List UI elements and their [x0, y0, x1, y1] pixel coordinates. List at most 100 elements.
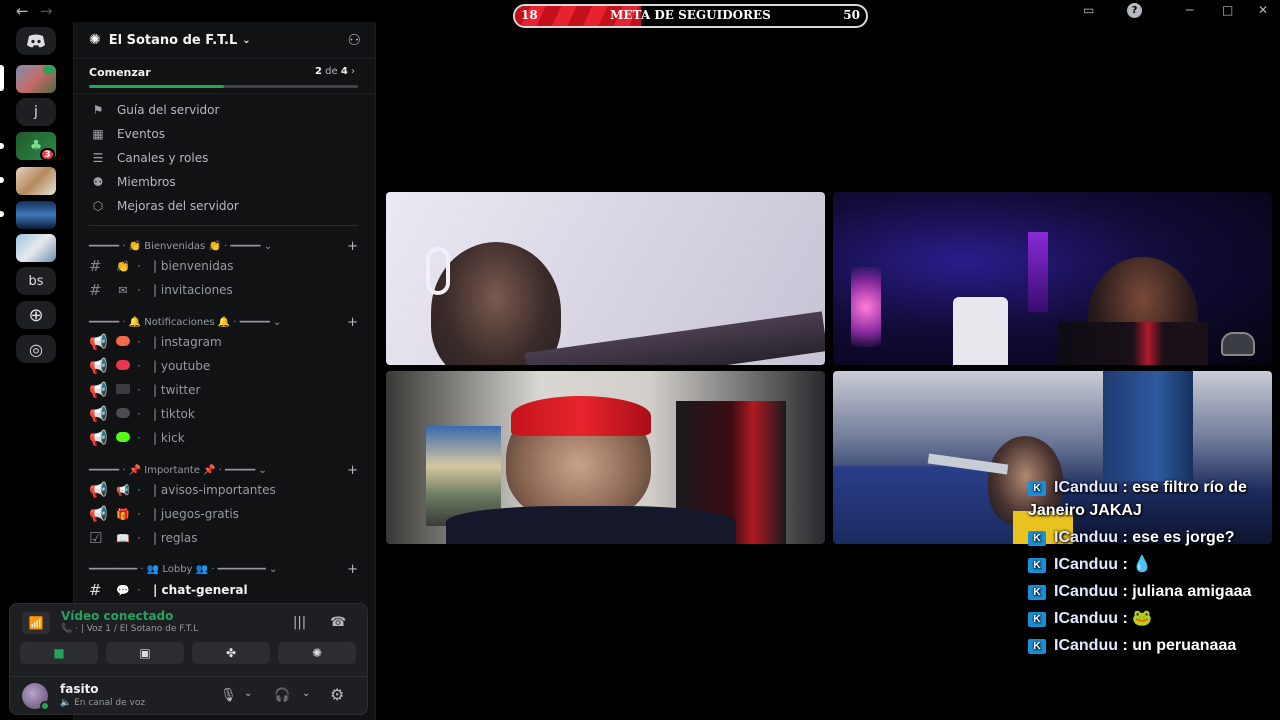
channel-chat-general[interactable]: # 💬 · | chat-general	[89, 580, 358, 600]
category-notificaciones[interactable]: ━━━━━ · 🔔 Notificaciones 🔔 · ━━━━━ ⌄ +	[89, 315, 358, 330]
add-channel-icon[interactable]: +	[347, 562, 358, 577]
light-strip	[1028, 232, 1048, 312]
add-channel-icon[interactable]: +	[347, 315, 358, 330]
chat-user: ICanduu	[1054, 556, 1118, 573]
chair	[953, 297, 1008, 365]
menu-label: Mejoras del servidor	[117, 199, 239, 213]
help-icon[interactable]: ?	[1127, 3, 1142, 18]
server-avatar-6[interactable]	[16, 234, 56, 262]
chat-text: 💧	[1132, 556, 1153, 573]
channel-name: | reglas	[153, 531, 198, 545]
chat-user: ICanduu	[1054, 479, 1118, 496]
activities-icon: ✤	[225, 646, 237, 660]
username[interactable]: fasito	[60, 682, 99, 696]
channel-emoji: 🎁	[116, 507, 130, 521]
menu-channels-roles[interactable]: ☰ Canales y roles	[89, 148, 209, 168]
disconnect-icon[interactable]: ☎	[330, 615, 346, 630]
noise-suppression-icon[interactable]: |||	[293, 615, 306, 630]
server-avatar-1[interactable]	[16, 65, 56, 93]
kick-badge-icon: K	[1028, 585, 1046, 600]
add-channel-icon[interactable]: +	[347, 463, 358, 478]
channel-youtube[interactable]: 📢 · | youtube	[89, 356, 358, 376]
divider	[89, 225, 358, 226]
voice-location[interactable]: 📞 · | Voz 1 / El Sotano de F.T.L	[61, 624, 198, 634]
category-importante[interactable]: ━━━━━ · 📌 Importante 📌 · ━━━━━ ⌄ +	[89, 463, 358, 478]
connection-signal-icon[interactable]: 📶	[22, 612, 50, 634]
megaphone-icon: 📢	[89, 481, 108, 499]
channel-emoji	[109, 359, 137, 373]
channel-avisos-importantes[interactable]: 📢 📢 · | avisos-importantes	[89, 480, 358, 500]
inbox-icon[interactable]: ▭	[1083, 3, 1094, 17]
category-bienvenidas[interactable]: ━━━━━ · 👏 Bienvenidas 👏 · ━━━━━ ⌄ +	[89, 239, 358, 254]
signpost-icon: ⚑	[92, 103, 104, 117]
channel-name: | youtube	[153, 359, 211, 373]
avatar[interactable]	[22, 683, 50, 711]
headphones-icon	[426, 247, 450, 295]
camera-button[interactable]: ■	[20, 642, 98, 664]
channel-twitter[interactable]: 📢 · | twitter	[89, 380, 358, 400]
add-member-icon[interactable]: ⚇	[348, 31, 361, 49]
megaphone-icon: 📢	[89, 505, 108, 523]
server-header[interactable]: ✺ El Sotano de F.T.L ⌄ ⚇	[74, 22, 375, 58]
close-icon[interactable]: ✕	[1258, 3, 1268, 17]
server-avatar-4[interactable]	[16, 167, 56, 195]
video-tile-1[interactable]	[386, 192, 825, 365]
stream-chat-overlay: K ICanduu : ese filtro río de Janeiro JAK…	[1028, 476, 1276, 661]
headphones-icon[interactable]: 🎧	[274, 688, 290, 703]
chat-message: K ICanduu : 🐸	[1028, 607, 1276, 630]
calendar-icon: ▦	[92, 127, 104, 141]
server-bs[interactable]: bs	[16, 267, 56, 295]
gear-icon[interactable]: ⚙	[330, 685, 344, 704]
channel-emoji: 📖	[116, 531, 130, 545]
server-avatar-5[interactable]	[16, 201, 56, 229]
explore-icon[interactable]: ◎	[16, 335, 56, 363]
discord-logo-icon[interactable]	[16, 27, 56, 55]
channel-kick[interactable]: 📢 · | kick	[89, 428, 358, 448]
microphone-icon[interactable]: 🎙	[220, 688, 237, 703]
minimize-icon[interactable]: ─	[1186, 3, 1193, 17]
soundboard-button[interactable]: ✺	[278, 642, 356, 664]
participant-video	[431, 242, 561, 365]
kick-badge-icon: K	[1028, 639, 1046, 654]
channel-reglas[interactable]: ☑ 📖 · | reglas	[89, 528, 358, 548]
curtain	[1103, 371, 1193, 481]
progress-track	[89, 85, 358, 88]
channel-invitaciones[interactable]: # ✉ · | invitaciones	[89, 280, 358, 300]
channel-instagram[interactable]: 📢 · | instagram	[89, 332, 358, 352]
voice-status[interactable]: Vídeo conectado	[61, 609, 173, 623]
maximize-icon[interactable]: □	[1222, 3, 1233, 17]
screen-share-button[interactable]: ▣	[106, 642, 184, 664]
camera-icon: ■	[53, 646, 65, 660]
category-lobby[interactable]: ━━━━━━━━ · 👥 Lobby 👥 · ━━━━━━━━ ⌄ +	[89, 562, 358, 577]
arrow-left-icon[interactable]: ←	[16, 2, 29, 20]
menu-label: Eventos	[117, 127, 165, 141]
progress-sep: de	[325, 66, 338, 77]
channel-name: | instagram	[153, 335, 222, 349]
arrow-right-icon[interactable]: →	[40, 2, 53, 20]
onboarding-progress[interactable]: Comenzar 2 de 4 ›	[74, 58, 375, 94]
separator-dot: ·	[137, 259, 141, 273]
menu-server-boosts[interactable]: ⬡ Mejoras del servidor	[89, 196, 239, 216]
channel-emoji	[109, 407, 137, 421]
add-server-icon[interactable]: ⊕	[16, 301, 56, 329]
rgb-fan	[851, 267, 881, 347]
menu-members[interactable]: ⚉ Miembros	[89, 172, 176, 192]
channel-juegos-gratis[interactable]: 📢 🎁 · | juegos-gratis	[89, 504, 358, 524]
kick-badge-icon: K	[1028, 531, 1046, 546]
server-j[interactable]: j	[16, 98, 56, 126]
video-tile-2[interactable]	[833, 192, 1272, 365]
activities-button[interactable]: ✤	[192, 642, 270, 664]
chevron-down-icon[interactable]: ⌄	[302, 688, 310, 699]
separator-dot: ·	[137, 383, 141, 397]
separator-dot: ·	[137, 283, 141, 297]
chevron-down-icon[interactable]: ⌄	[244, 688, 252, 699]
menu-events[interactable]: ▦ Eventos	[89, 124, 165, 144]
separator-dot: ·	[137, 531, 141, 545]
menu-server-guide[interactable]: ⚑ Guía del servidor	[89, 100, 220, 120]
server-bs-label: bs	[28, 273, 44, 289]
video-tile-3[interactable]	[386, 371, 825, 544]
channel-bienvenidas[interactable]: # 👏 · | bienvenidas	[89, 256, 358, 276]
chat-message: K ICanduu : ese filtro río de Janeiro JAK…	[1028, 479, 1247, 519]
channel-tiktok[interactable]: 📢 · | tiktok	[89, 404, 358, 424]
add-channel-icon[interactable]: +	[347, 239, 358, 254]
